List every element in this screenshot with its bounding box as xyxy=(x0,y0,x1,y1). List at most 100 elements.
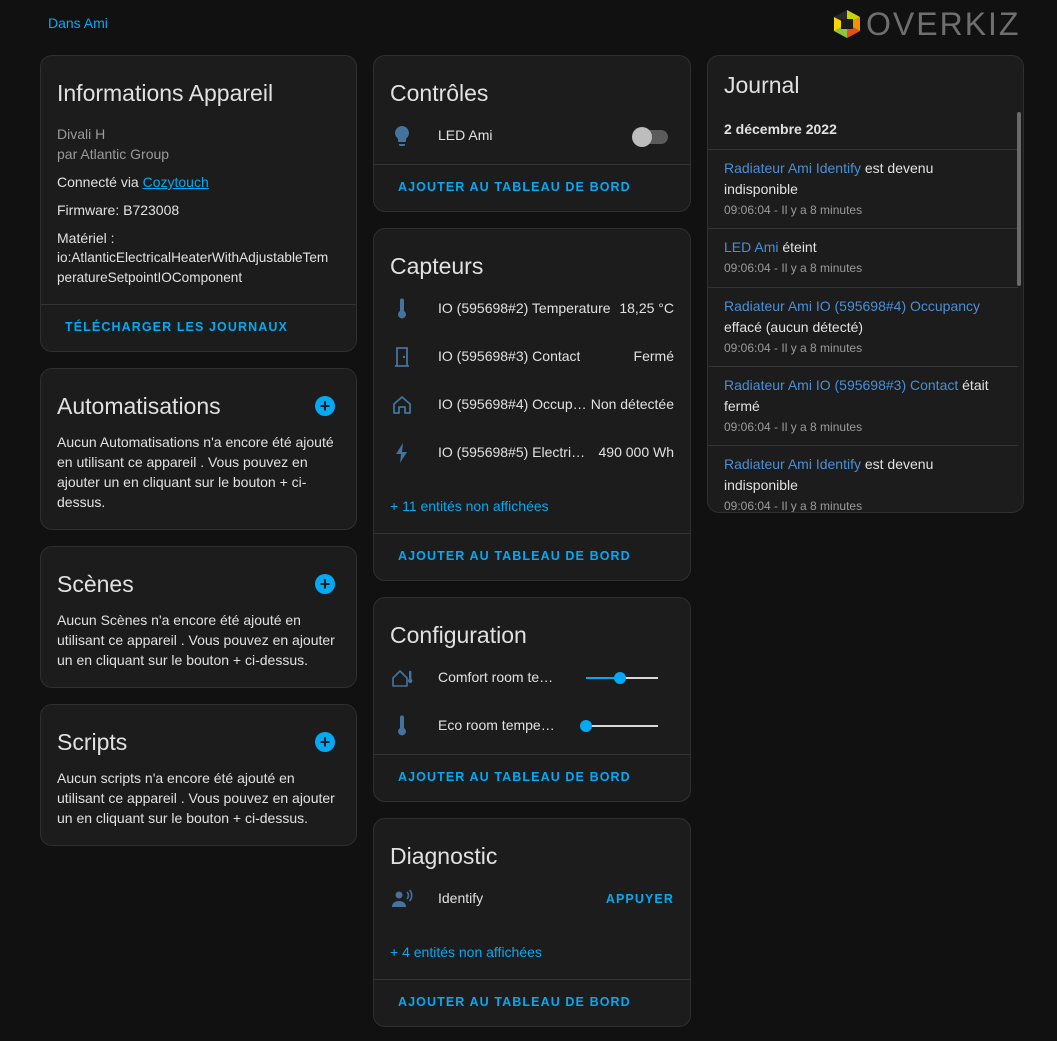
hardware-label: Matériel : xyxy=(57,230,115,246)
home-thermometer-icon xyxy=(392,670,413,687)
home-icon xyxy=(393,396,411,414)
journal-entry-time: 09:06:04 - Il y a 8 minutes xyxy=(724,341,863,355)
sensor-name: IO (595698#3) Contact xyxy=(438,348,581,364)
sensors-title: Capteurs xyxy=(390,253,484,279)
sensor-row-occupancy[interactable]: IO (595698#4) Occup… Non détectée xyxy=(374,385,690,425)
scripts-card: Scripts + Aucun scripts n'a encore été a… xyxy=(40,704,357,846)
journal-entry: Radiateur Ami IO (595698#3) Contact étai… xyxy=(708,366,1018,446)
journal-entry-text: Radiateur Ami IO (595698#3) Contact étai… xyxy=(724,375,1002,417)
controls-actions: AJOUTER AU TABLEAU DE BORD xyxy=(374,164,690,211)
device-info-actions: TÉLÉCHARGER LES JOURNAUX xyxy=(41,304,356,351)
diagnostic-actions: AJOUTER AU TABLEAU DE BORD xyxy=(374,979,690,1026)
configuration-add-to-dashboard-button[interactable]: AJOUTER AU TABLEAU DE BORD xyxy=(398,770,631,784)
scenes-empty-line: utilisant ce appareil . Vous pouvez en a… xyxy=(57,632,335,648)
journal-entity-link[interactable]: Radiateur Ami IO (595698#4) Occupancy xyxy=(724,298,980,314)
add-scene-button[interactable]: + xyxy=(315,574,335,594)
sensors-add-to-dashboard-button[interactable]: AJOUTER AU TABLEAU DE BORD xyxy=(398,549,631,563)
led-ami-row[interactable]: LED Ami xyxy=(374,116,690,156)
journal-entity-link[interactable]: Radiateur Ami IO (595698#3) Contact xyxy=(724,377,958,393)
thermometer-icon xyxy=(398,298,406,319)
automations-card: Automatisations + Aucun Automatisations … xyxy=(40,368,357,530)
sensors-more-entities-link[interactable]: + 11 entités non affichées xyxy=(390,498,549,514)
automations-empty-line: en utilisant ce appareil . Vous pouvez e… xyxy=(57,454,308,470)
device-info-card: Informations Appareil Divali H par Atlan… xyxy=(40,55,357,352)
lightbulb-icon xyxy=(395,126,409,146)
sensors-card: Capteurs IO (595698#2) Temperature 18,25… xyxy=(373,228,691,581)
automations-empty-text: Aucun Automatisations n'a encore été ajo… xyxy=(57,432,338,512)
slider-thumb[interactable] xyxy=(580,720,592,732)
journal-entry-time: 09:06:04 - Il y a 8 minutes xyxy=(724,261,863,275)
journal-entry: Radiateur Ami Identify est devenu indisp… xyxy=(708,445,1018,512)
add-automation-button[interactable]: + xyxy=(315,396,335,416)
journal-entry: Radiateur Ami IO (595698#4) Occupancy ef… xyxy=(708,287,1018,367)
journal-entry-time: 09:06:04 - Il y a 8 minutes xyxy=(724,203,863,217)
overkiz-logo: OVERKIZ xyxy=(832,8,1020,40)
hardware-value-line2: peratureSetpointIOComponent xyxy=(57,270,243,285)
configuration-card: Configuration Comfort room te… Eco room … xyxy=(373,597,691,802)
scripts-empty-line: un en cliquant sur le bouton + ci-dessus… xyxy=(57,810,308,826)
scripts-empty-line: Aucun scripts n'a encore été ajouté en xyxy=(57,770,295,786)
sensor-value: Non détectée xyxy=(590,396,674,412)
sensor-row-temperature[interactable]: IO (595698#2) Temperature 18,25 °C xyxy=(374,289,690,329)
scripts-empty-line: utilisant ce appareil . Vous pouvez en a… xyxy=(57,790,335,806)
sensor-value: Fermé xyxy=(633,348,674,364)
comfort-temperature-slider[interactable] xyxy=(586,668,658,688)
led-ami-toggle-knob xyxy=(632,127,652,147)
journal-entry-text: LED Ami éteint xyxy=(724,237,1002,258)
diagnostic-add-to-dashboard-button[interactable]: AJOUTER AU TABLEAU DE BORD xyxy=(398,995,631,1009)
sensor-row-contact[interactable]: IO (595698#3) Contact Fermé xyxy=(374,337,690,377)
scripts-title: Scripts xyxy=(57,729,128,755)
sensors-actions: AJOUTER AU TABLEAU DE BORD xyxy=(374,533,690,580)
config-row-comfort: Comfort room te… xyxy=(374,658,690,698)
journal-entry-text: Radiateur Ami Identify est devenu indisp… xyxy=(724,454,1002,496)
controls-title: Contrôles xyxy=(390,80,489,106)
sensor-value: 18,25 °C xyxy=(619,300,674,316)
account-voice-icon xyxy=(392,889,413,907)
overkiz-logo-mark-icon xyxy=(834,10,860,38)
scenes-title: Scènes xyxy=(57,571,134,597)
download-logs-button[interactable]: TÉLÉCHARGER LES JOURNAUX xyxy=(65,320,288,334)
led-ami-toggle[interactable] xyxy=(632,127,668,147)
config-row-eco: Eco room temper… xyxy=(374,706,690,746)
sensor-row-electric[interactable]: IO (595698#5) Electric … 490 000 Wh xyxy=(374,433,690,473)
journal-entry-text: Radiateur Ami Identify est devenu indisp… xyxy=(724,158,1002,200)
automations-empty-line: Aucun Automatisations n'a encore été ajo… xyxy=(57,434,334,450)
hardware-value-line1: io:AtlanticElectricalHeaterWithAdjustabl… xyxy=(57,250,329,265)
sensor-value: 490 000 Wh xyxy=(598,444,675,460)
journal-card: Journal 2 décembre 2022 Radiateur Ami Id… xyxy=(707,55,1024,513)
slider-thumb[interactable] xyxy=(613,672,626,684)
area-link[interactable]: Dans Ami xyxy=(48,15,108,31)
device-info-title: Informations Appareil xyxy=(57,80,274,106)
automations-empty-line: ajouter un en cliquant sur le bouton + c… xyxy=(57,474,307,490)
controls-add-to-dashboard-button[interactable]: AJOUTER AU TABLEAU DE BORD xyxy=(398,180,631,194)
journal-scrollbar[interactable] xyxy=(1017,112,1021,286)
scripts-empty-text: Aucun scripts n'a encore été ajouté en u… xyxy=(57,768,338,828)
diagnostic-name: Identify xyxy=(438,890,484,906)
add-script-button[interactable]: + xyxy=(315,732,335,752)
thermometer-icon xyxy=(398,715,406,736)
journal-entry-time: 09:06:04 - Il y a 8 minutes xyxy=(724,499,863,512)
controls-card: Contrôles LED Ami AJOUTER AU TABLEAU DE … xyxy=(373,55,691,212)
journal-entity-link[interactable]: LED Ami xyxy=(724,239,778,255)
firmware-version: Firmware: B723008 xyxy=(57,202,180,218)
identify-press-button[interactable]: APPUYER xyxy=(606,892,674,906)
journal-entry-action: effacé (aucun détecté) xyxy=(724,319,864,335)
config-name: Eco room temper… xyxy=(438,717,556,733)
lightning-icon xyxy=(396,443,407,463)
journal-entry-time: 09:06:04 - Il y a 8 minutes xyxy=(724,420,863,434)
journal-date: 2 décembre 2022 xyxy=(724,121,837,137)
diagnostic-row-identify: Identify APPUYER xyxy=(374,879,690,919)
eco-temperature-slider[interactable] xyxy=(580,716,658,736)
config-name: Comfort room te… xyxy=(438,669,554,685)
journal-list[interactable]: 2 décembre 2022 Radiateur Ami Identify e… xyxy=(708,112,1018,512)
scenes-empty-line: Aucun Scènes n'a encore été ajouté en xyxy=(57,612,301,628)
automations-empty-line: dessus. xyxy=(57,494,106,510)
journal-entity-link[interactable]: Radiateur Ami Identify xyxy=(724,456,861,472)
journal-entity-link[interactable]: Radiateur Ami Identify xyxy=(724,160,861,176)
scenes-empty-line: un en cliquant sur le bouton + ci-dessus… xyxy=(57,652,308,668)
sensor-name: IO (595698#4) Occup… xyxy=(438,396,587,412)
diagnostic-more-entities-link[interactable]: + 4 entités non affichées xyxy=(390,944,542,960)
journal-entry: LED Ami éteint 09:06:04 - Il y a 8 minut… xyxy=(708,228,1018,288)
cozytouch-link[interactable]: Cozytouch xyxy=(143,174,209,190)
overkiz-logo-text: OVERKIZ xyxy=(866,6,1021,42)
